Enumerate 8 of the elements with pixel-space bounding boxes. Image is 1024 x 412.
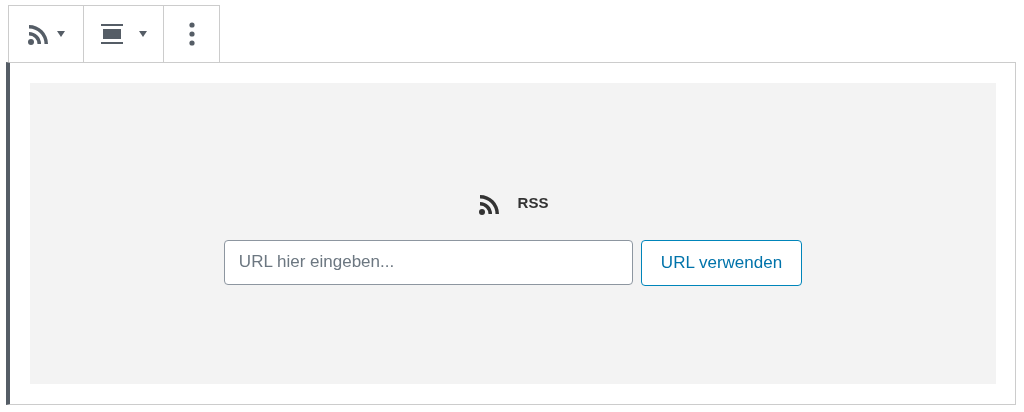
more-icon: [188, 22, 195, 46]
url-input-field[interactable]: URL hier eingeben...: [223, 239, 633, 285]
rss-icon: [27, 22, 51, 46]
use-url-button[interactable]: URL verwenden: [640, 239, 803, 286]
align-icon: [100, 24, 123, 44]
block-title: RSS: [517, 193, 549, 214]
caret-icon: [57, 31, 65, 37]
caret-icon: [138, 31, 147, 37]
